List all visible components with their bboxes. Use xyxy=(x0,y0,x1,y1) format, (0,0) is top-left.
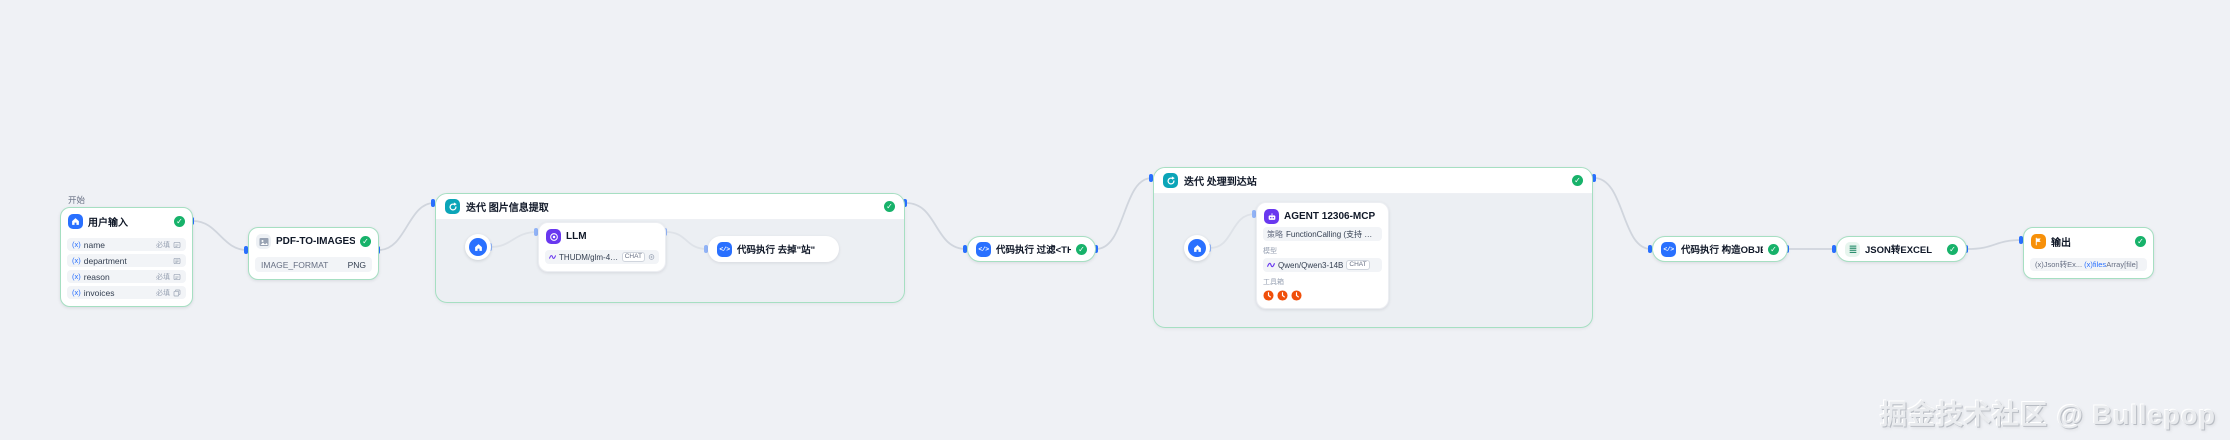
success-check-icon: ✓ xyxy=(1947,244,1958,255)
node-title: 用户输入 xyxy=(88,214,169,229)
node-json-to-excel[interactable]: JSON转EXCEL ✓ xyxy=(1836,236,1967,262)
node-title: 输出 xyxy=(2051,234,2130,249)
code-icon: </> xyxy=(717,242,732,257)
model-selector[interactable]: THUDM/glm-4.1v... CHAT xyxy=(545,250,659,264)
iteration-start-node[interactable] xyxy=(1184,235,1210,261)
node-title: AGENT 12306-MCP xyxy=(1284,211,1381,222)
param-value: PNG xyxy=(348,260,366,270)
mcp-tool-clock-icon[interactable] xyxy=(1277,290,1288,301)
required-label: 必填 xyxy=(156,240,170,250)
node-title: LLM xyxy=(566,231,658,242)
edges-layer xyxy=(0,0,2230,440)
success-check-icon: ✓ xyxy=(884,201,895,212)
edge-pdf-to-iteration-extract[interactable] xyxy=(379,203,434,250)
paragraph-icon xyxy=(173,257,181,265)
input-field-reason[interactable]: (x) reason 必填 xyxy=(67,270,186,283)
required-label: 必填 xyxy=(156,272,170,282)
required-label: 必填 xyxy=(156,288,170,298)
ref-variable: (x)files xyxy=(2084,260,2106,269)
short-text-icon xyxy=(173,273,181,281)
iteration-start-node[interactable] xyxy=(465,234,491,260)
home-icon xyxy=(68,214,83,229)
success-check-icon: ✓ xyxy=(360,236,371,247)
iteration-icon xyxy=(1163,173,1178,188)
short-text-icon xyxy=(173,241,181,249)
variable-name: invoices xyxy=(84,288,115,298)
variable-name: department xyxy=(84,256,127,266)
model-name: THUDM/glm-4.1v... xyxy=(559,253,619,262)
variable-prefix: (x) xyxy=(72,256,81,265)
output-variable-ref[interactable]: (x)Json转Ex... (x)files Array[file] xyxy=(2030,258,2147,271)
image-tool-icon xyxy=(256,234,271,249)
model-type-tag: CHAT xyxy=(622,252,645,262)
file-list-icon xyxy=(173,289,181,297)
variable-prefix: (x) xyxy=(72,288,81,297)
iteration-title: 迭代 处理到达站 xyxy=(1184,173,1566,188)
node-output[interactable]: 输出 ✓ (x)Json转Ex... (x)files Array[file] xyxy=(2023,227,2154,279)
ref-type: Array[file] xyxy=(2106,260,2138,269)
edge-user-input-to-pdf[interactable] xyxy=(193,221,247,250)
node-llm[interactable]: LLM THUDM/glm-4.1v... CHAT xyxy=(538,222,666,272)
success-check-icon: ✓ xyxy=(1572,175,1583,186)
home-icon xyxy=(1188,239,1206,257)
robot-icon xyxy=(1264,209,1279,224)
variable-prefix: (x) xyxy=(72,272,81,281)
tools-label: 工具箱 xyxy=(1263,277,1382,287)
input-field-department[interactable]: (x) department xyxy=(67,254,186,267)
success-check-icon: ✓ xyxy=(2135,236,2146,247)
model-type-tag: CHAT xyxy=(1346,260,1369,270)
param-row-image-format[interactable]: IMAGE_FORMAT PNG xyxy=(255,257,372,272)
output-flag-icon xyxy=(2031,234,2046,249)
table-icon xyxy=(1845,242,1860,257)
node-agent-12306-mcp[interactable]: AGENT 12306-MCP 策略 FunctionCalling (支持 M… xyxy=(1256,202,1389,309)
edge-iteration-arrival-to-build-object[interactable] xyxy=(1594,178,1651,249)
model-provider-icon xyxy=(549,253,556,261)
iteration-title: 迭代 图片信息提取 xyxy=(466,199,878,214)
edge-json-excel-to-output[interactable] xyxy=(1967,240,2022,249)
home-icon xyxy=(469,238,487,256)
node-code-build-object[interactable]: </> 代码执行 构造OBJECT ✓ xyxy=(1652,236,1788,262)
start-group-label: 开始 xyxy=(68,194,85,206)
node-title: 代码执行 去掉"站" xyxy=(737,242,830,256)
node-title: 代码执行 过滤<THINK> xyxy=(996,242,1071,256)
variable-name: reason xyxy=(84,272,110,282)
llm-icon xyxy=(546,229,561,244)
strategy-value: FunctionCalling (支持 MCP ... xyxy=(1286,229,1378,240)
agent-strategy[interactable]: 策略 FunctionCalling (支持 MCP ... xyxy=(1263,227,1382,241)
model-settings-icon[interactable] xyxy=(648,253,655,261)
model-name: Qwen/Qwen3-14B xyxy=(1278,261,1343,270)
strategy-label: 策略 xyxy=(1267,229,1283,240)
node-pdf-to-images[interactable]: PDF-TO-IMAGES ✓ IMAGE_FORMAT PNG xyxy=(248,227,379,280)
edge-filter-think-to-iteration-arrival[interactable] xyxy=(1096,178,1152,249)
success-check-icon: ✓ xyxy=(1076,244,1087,255)
model-provider-icon xyxy=(1267,261,1275,269)
node-user-input[interactable]: 用户输入 ✓ (x) name 必填 (x) department xyxy=(60,207,193,307)
model-selector[interactable]: Qwen/Qwen3-14B CHAT xyxy=(1263,258,1382,272)
edge-iteration-extract-to-filter-think[interactable] xyxy=(906,203,966,249)
node-code-filter-think[interactable]: </> 代码执行 过滤<THINK> ✓ xyxy=(967,236,1096,262)
code-icon: </> xyxy=(976,242,991,257)
code-icon: </> xyxy=(1661,242,1676,257)
workflow-canvas[interactable]: 开始 用户输入 ✓ (x) name 必填 (x) department xyxy=(0,0,2230,440)
node-title: 代码执行 构造OBJECT xyxy=(1681,242,1763,256)
mcp-tool-clock-icon[interactable] xyxy=(1291,290,1302,301)
node-title: PDF-TO-IMAGES xyxy=(276,236,355,247)
input-field-invoices[interactable]: (x) invoices 必填 xyxy=(67,286,186,299)
iteration-icon xyxy=(445,199,460,214)
model-label: 模型 xyxy=(1263,246,1382,256)
success-check-icon: ✓ xyxy=(1768,244,1779,255)
param-key: IMAGE_FORMAT xyxy=(261,260,328,270)
ref-source-node: (x)Json转Ex... xyxy=(2035,259,2082,270)
agent-tools xyxy=(1263,290,1382,301)
mcp-tool-clock-icon[interactable] xyxy=(1263,290,1274,301)
variable-name: name xyxy=(84,240,105,250)
input-field-name[interactable]: (x) name 必填 xyxy=(67,238,186,251)
node-title: JSON转EXCEL xyxy=(1865,242,1942,256)
watermark-text: 掘金技术社区 @ Bullepop xyxy=(1880,393,2216,432)
success-check-icon: ✓ xyxy=(174,216,185,227)
variable-prefix: (x) xyxy=(72,240,81,249)
node-code-remove-station[interactable]: </> 代码执行 去掉"站" xyxy=(708,236,839,262)
